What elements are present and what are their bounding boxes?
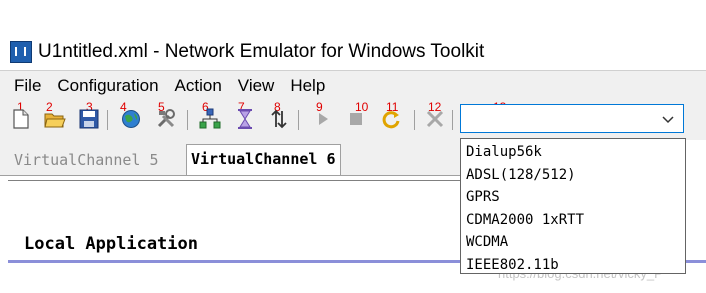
new-button[interactable]	[10, 108, 32, 130]
menu-action[interactable]: Action	[167, 76, 230, 96]
hourglass-button[interactable]	[234, 108, 256, 130]
menu-help[interactable]: Help	[282, 76, 333, 96]
option-adsl[interactable]: ADSL(128/512)	[461, 164, 685, 187]
hourglass-icon	[238, 109, 252, 129]
menu-file[interactable]: File	[0, 76, 49, 96]
network-preset-dropdown[interactable]	[460, 104, 684, 133]
stop-button[interactable]	[345, 108, 367, 130]
option-gprs[interactable]: GPRS	[461, 186, 685, 209]
toolbar-separator	[452, 110, 453, 130]
refresh-icon	[382, 111, 400, 129]
option-ieee80211b[interactable]: IEEE802.11b	[461, 254, 685, 277]
sort-arrows-icon	[271, 109, 287, 129]
tab-virtual-channel-6[interactable]: VirtualChannel 6	[186, 144, 341, 175]
new-document-icon	[13, 109, 29, 129]
disabled-tools-button[interactable]	[424, 108, 446, 130]
preset-options-list: Dialup56k ADSL(128/512) GPRS CDMA2000 1x…	[460, 138, 686, 274]
option-wcdma[interactable]: WCDMA	[461, 231, 685, 254]
local-application-label: Local Application	[24, 234, 198, 254]
toolbar-separator	[298, 110, 299, 130]
refresh-button[interactable]	[380, 108, 402, 130]
network-icon	[199, 108, 221, 129]
save-button[interactable]	[78, 108, 100, 130]
content-border	[8, 180, 460, 181]
globe-button[interactable]	[120, 108, 142, 130]
tools-icon	[157, 109, 175, 128]
open-folder-icon	[44, 113, 66, 128]
play-button[interactable]	[312, 108, 334, 130]
window-title: U1ntitled.xml - Network Emulator for Win…	[38, 41, 485, 62]
option-dialup56k[interactable]: Dialup56k	[461, 141, 685, 164]
stop-icon	[350, 113, 362, 125]
open-button[interactable]	[44, 108, 66, 130]
tools-button[interactable]	[155, 108, 177, 130]
sort-button[interactable]	[268, 108, 290, 130]
chevron-down-icon	[662, 116, 674, 124]
play-icon	[319, 113, 328, 125]
toolbar-separator	[414, 110, 415, 130]
menu-configuration[interactable]: Configuration	[49, 76, 166, 96]
toolbar-separator	[107, 110, 108, 130]
toolbar-separator	[187, 110, 188, 130]
menu-bar: File Configuration Action View Help	[0, 70, 706, 101]
option-cdma2000[interactable]: CDMA2000 1xRTT	[461, 209, 685, 232]
app-icon	[10, 41, 32, 63]
globe-icon	[122, 110, 140, 128]
network-button[interactable]	[199, 108, 221, 130]
title-bar: U1ntitled.xml - Network Emulator for Win…	[0, 36, 706, 68]
save-icon	[79, 109, 99, 129]
close-tools-icon	[426, 110, 444, 128]
menu-view[interactable]: View	[230, 76, 283, 96]
tab-virtual-channel-5[interactable]: VirtualChannel 5	[10, 146, 163, 174]
